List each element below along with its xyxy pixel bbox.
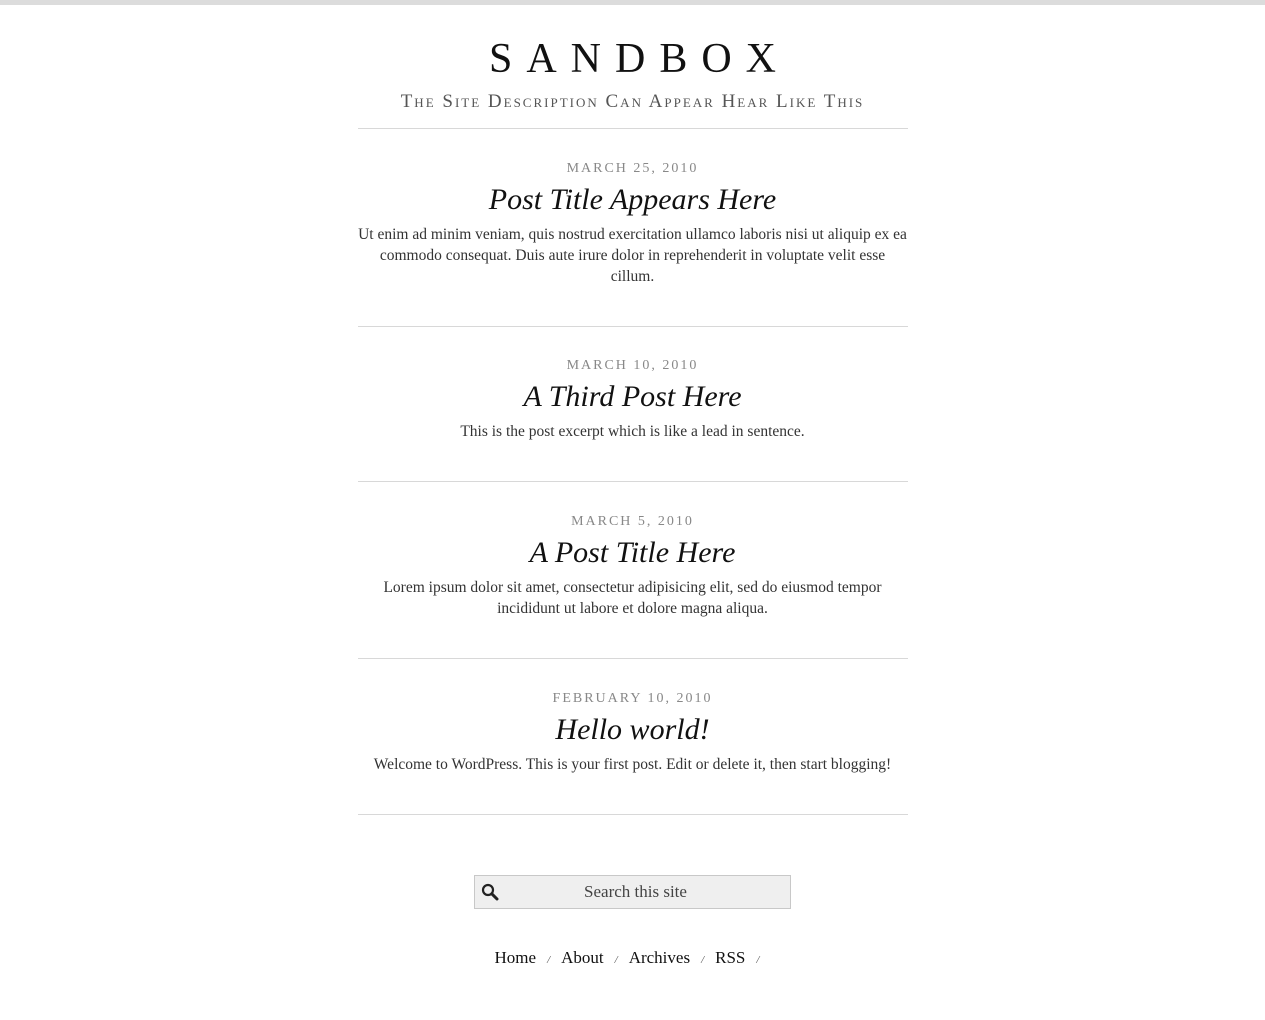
post-date: MARCH 5, 2010 — [571, 514, 694, 529]
post-title-link[interactable]: A Post Title Here — [358, 535, 908, 571]
post-item: MARCH 10, 2010 A Third Post Here This is… — [357, 327, 908, 482]
footer-nav: Home / About / Archives / RSS / — [358, 949, 908, 966]
search-icon[interactable] — [481, 883, 499, 901]
search-input[interactable] — [475, 876, 790, 908]
nav-separator: / — [547, 954, 551, 966]
nav-separator: / — [614, 954, 618, 966]
top-bar — [0, 0, 1265, 5]
post-excerpt: This is the post excerpt which is like a… — [460, 423, 805, 440]
post-item: MARCH 5, 2010 A Post Title Here Lorem ip… — [357, 482, 908, 659]
site-header: SANDBOX The Site Description Can Appear … — [357, 38, 908, 129]
post-list: MARCH 25, 2010 Post Title Appears Here U… — [357, 129, 908, 815]
page-wrapper: SANDBOX The Site Description Can Appear … — [357, 38, 908, 966]
footer-link-about[interactable]: About — [561, 948, 604, 967]
footer-link-home[interactable]: Home — [495, 948, 537, 967]
post-title-link[interactable]: A Third Post Here — [358, 379, 908, 415]
footer-link-archives[interactable]: Archives — [629, 948, 690, 967]
post-title-link[interactable]: Hello world! — [358, 712, 908, 748]
post-date: MARCH 10, 2010 — [566, 358, 699, 373]
nav-separator: / — [756, 954, 760, 966]
post-item: MARCH 25, 2010 Post Title Appears Here U… — [357, 129, 908, 327]
post-excerpt: Ut enim ad minim veniam, quis nostrud ex… — [358, 226, 907, 285]
post-date: MARCH 25, 2010 — [566, 161, 699, 176]
post-date: FEBRUARY 10, 2010 — [552, 691, 713, 706]
site-description: The Site Description Can Appear Hear Lik… — [400, 91, 865, 112]
post-excerpt: Lorem ipsum dolor sit amet, consectetur … — [383, 579, 882, 617]
footer-link-rss[interactable]: RSS — [715, 948, 745, 967]
site-title[interactable]: SANDBOX — [358, 38, 908, 80]
post-title-link[interactable]: Post Title Appears Here — [358, 182, 908, 218]
post-excerpt: Welcome to WordPress. This is your first… — [373, 756, 892, 773]
post-item: FEBRUARY 10, 2010 Hello world! Welcome t… — [357, 659, 908, 815]
search-box — [474, 875, 791, 909]
nav-separator: / — [701, 954, 705, 966]
